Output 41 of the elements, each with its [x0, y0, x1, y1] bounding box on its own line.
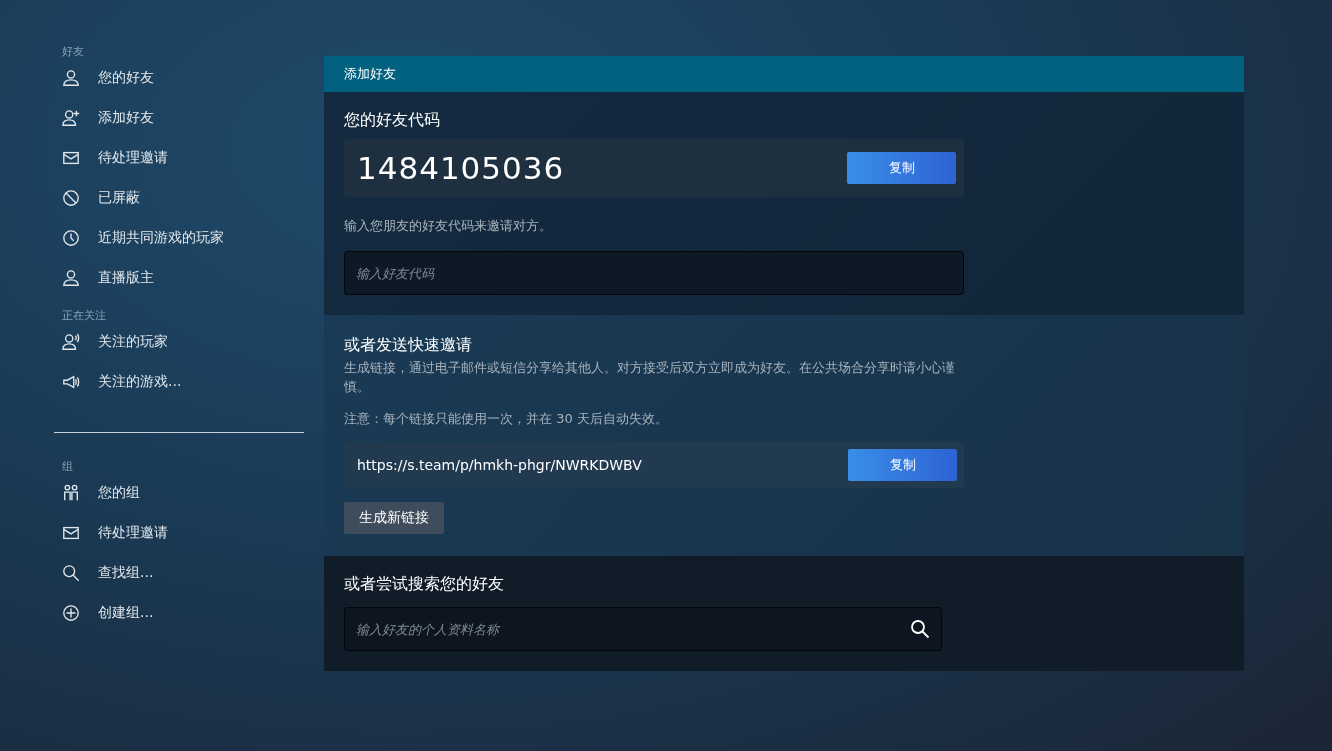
- envelope-icon: [62, 524, 80, 542]
- copy-button[interactable]: 复制: [848, 449, 957, 481]
- plus-circle-icon: [62, 604, 80, 622]
- search-field[interactable]: 输入好友的个人资料名称: [344, 607, 942, 651]
- note-text: 注意：每个链接只能使用一次，并在 30 天后自动失效。: [344, 410, 669, 428]
- search-icon[interactable]: [910, 619, 930, 639]
- panel-title-bar: 添加好友: [324, 56, 1244, 92]
- sidebar-item[interactable]: 近期共同游戏的玩家: [54, 218, 304, 258]
- friend-code-input[interactable]: 输入好友代码: [344, 251, 964, 295]
- sidebar-item[interactable]: 创建组...: [54, 593, 304, 633]
- sidebar-item[interactable]: 关注的玩家: [54, 322, 304, 362]
- clock-icon: [62, 229, 80, 247]
- person-broadcast-icon: [62, 333, 80, 351]
- sidebar-item[interactable]: 查找组...: [54, 553, 304, 593]
- section-heading: 组: [61, 459, 74, 473]
- hint-text: 输入您朋友的好友代码来邀请对方。: [344, 217, 553, 235]
- person-icon: [62, 69, 80, 87]
- friend-code: 1484105036: [357, 150, 565, 186]
- person-icon: [62, 269, 80, 287]
- sidebar-item[interactable]: 添加好友: [54, 98, 304, 138]
- sidebar-item[interactable]: 待处理邀请: [54, 513, 304, 553]
- section-heading: 好友: [61, 44, 85, 58]
- megaphone-icon: [62, 373, 80, 391]
- group-icon: [62, 484, 80, 502]
- sidebar-item[interactable]: 待处理邀请: [54, 138, 304, 178]
- section-title: 或者尝试搜索您的好友: [344, 574, 505, 595]
- generate-link-button[interactable]: 生成新链接: [344, 502, 444, 534]
- search-icon: [62, 564, 80, 582]
- section-title: 您的好友代码: [344, 110, 441, 131]
- sidebar-item[interactable]: 直播版主: [54, 258, 304, 298]
- section-heading: 正在关注: [61, 308, 107, 322]
- sidebar-item[interactable]: 您的组: [54, 473, 304, 513]
- section-title: 或者发送快速邀请: [344, 335, 473, 356]
- sidebar-item[interactable]: 您的好友: [54, 58, 304, 98]
- envelope-icon: [62, 149, 80, 167]
- sidebar-item[interactable]: 关注的游戏...: [54, 362, 304, 402]
- sidebar-item[interactable]: 已屏蔽: [54, 178, 304, 218]
- copy-button[interactable]: 复制: [847, 152, 956, 184]
- person-add-icon: [62, 109, 80, 127]
- description-text: 生成链接，通过电子邮件或短信分享给其他人。对方接受后双方立即成为好友。在公共场合分享时请小心谨慎。: [344, 359, 956, 396]
- blocked-icon: [62, 189, 80, 207]
